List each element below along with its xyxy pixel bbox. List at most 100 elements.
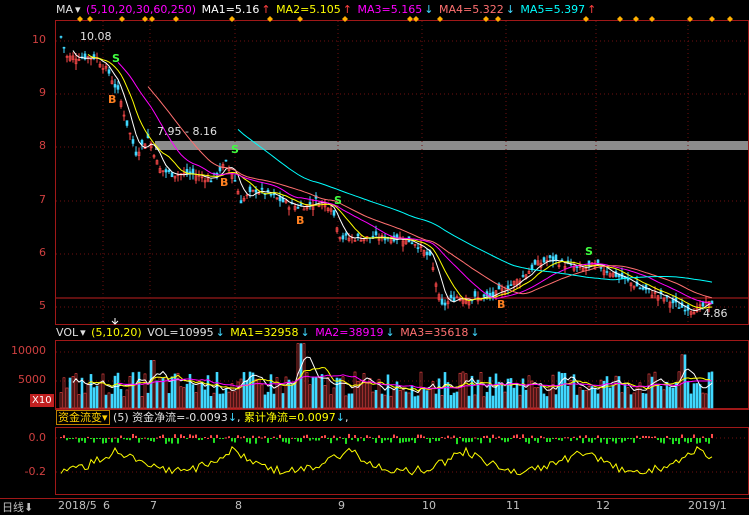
buy-marker[interactable]: B (108, 93, 116, 107)
volume-bar (92, 387, 96, 409)
flow-bar (318, 438, 320, 441)
candle-body (140, 140, 144, 145)
candle-body (416, 247, 420, 249)
flow-bar (132, 433, 134, 438)
volume-bar (620, 392, 624, 409)
flow-bar (696, 438, 698, 444)
flow-bar (96, 438, 98, 439)
vol-value: VOL=10995 (147, 326, 214, 339)
flow-bar (183, 436, 185, 438)
flow-bar (699, 438, 701, 443)
flow-bar (540, 435, 542, 438)
low-price-label: 4.86 (703, 307, 728, 320)
sell-marker[interactable]: S (585, 245, 593, 259)
volume-bar (437, 378, 441, 409)
flow-bar (525, 438, 527, 443)
candle-body (248, 186, 252, 193)
flow-bar (684, 438, 686, 442)
flow-bar (534, 438, 536, 441)
volume-bar (578, 387, 582, 409)
flow-cumulative-value: 累计净流=0.0097 (244, 411, 336, 424)
price-header: MA ▾ (5,10,20,30,60,250) MA1=5.16 ↑ MA2=5.… (56, 3, 597, 16)
flow-bar (432, 438, 434, 439)
flow-bar (375, 438, 377, 443)
flow-bar (63, 435, 65, 438)
buy-marker[interactable]: B (296, 214, 304, 228)
candle-body (107, 69, 111, 74)
ma2-value: MA2=5.105 (276, 3, 341, 16)
buy-marker[interactable]: B (497, 298, 505, 312)
vol-params: (5,10,20) (91, 326, 142, 339)
flow-bar (324, 435, 326, 438)
volume-bar (293, 381, 297, 409)
volume-bar (362, 373, 366, 409)
volume-bar (203, 389, 207, 409)
volume-bar (434, 393, 438, 409)
x-axis-label: 9 (338, 499, 345, 512)
flow-bar (516, 434, 518, 438)
flow-bar (180, 434, 182, 438)
flow-bar (372, 438, 374, 439)
flow-bar (612, 438, 614, 442)
volume-bar (272, 393, 276, 409)
ma-line (237, 129, 713, 283)
volume-bar (512, 387, 516, 409)
flow-bar (435, 438, 437, 442)
flow-bar (639, 438, 641, 439)
flow-bar (147, 438, 149, 440)
volume-bar (707, 372, 711, 409)
flow-bar (282, 438, 284, 442)
sell-marker[interactable]: S (112, 52, 120, 66)
flow-bar (114, 437, 116, 439)
volume-bar (128, 376, 132, 409)
volume-bar (698, 384, 702, 409)
volume-bar (524, 389, 528, 409)
volume-bar (62, 377, 66, 409)
flow-params: (5) (113, 411, 129, 424)
candle-body (599, 266, 603, 269)
flow-bar (306, 434, 308, 438)
flow-bar (351, 438, 353, 440)
volume-bar (443, 372, 447, 409)
event-diamond-icon (709, 16, 715, 22)
volume-bar (197, 381, 201, 409)
volume-bar (227, 391, 231, 409)
flow-bar (174, 434, 176, 438)
flow-bar (468, 438, 470, 443)
candle-body (677, 307, 681, 309)
volume-bar (575, 394, 579, 409)
volume-bar (263, 394, 267, 409)
buy-marker[interactable]: B (220, 176, 228, 190)
volume-bar (194, 392, 198, 409)
flow-bar (312, 438, 314, 440)
flow-bar (693, 434, 695, 438)
flow-bar (690, 438, 692, 442)
candle-body (440, 298, 444, 305)
flow-bar (195, 434, 197, 438)
volume-bar (572, 374, 576, 409)
flow-bar (357, 438, 359, 442)
flow-bar (711, 433, 713, 438)
ma-indicator-selector[interactable]: MA ▾ (56, 3, 81, 16)
flow-bar (474, 437, 476, 439)
flow-bar (573, 436, 575, 438)
flow-bar (159, 436, 161, 438)
volume-bar (326, 376, 330, 409)
sell-marker[interactable]: S (334, 194, 342, 208)
volume-bar (464, 373, 468, 409)
sell-marker[interactable]: S (231, 143, 239, 157)
price-y-tick: 5 (39, 299, 46, 312)
candle-body (170, 172, 174, 177)
flow-indicator-selector[interactable]: 资金流变▾ (56, 410, 110, 425)
volume-bar (692, 383, 696, 409)
volume-bar (470, 375, 474, 409)
volume-bar (269, 374, 273, 409)
flow-bar (141, 438, 143, 440)
volume-bar (311, 376, 315, 409)
flow-bar (237, 435, 239, 438)
volume-bar (317, 376, 321, 409)
candle-body (491, 291, 495, 297)
flow-bar (384, 438, 386, 441)
vol-indicator-selector[interactable]: VOL ▾ (56, 326, 86, 339)
volume-bar (221, 393, 225, 409)
